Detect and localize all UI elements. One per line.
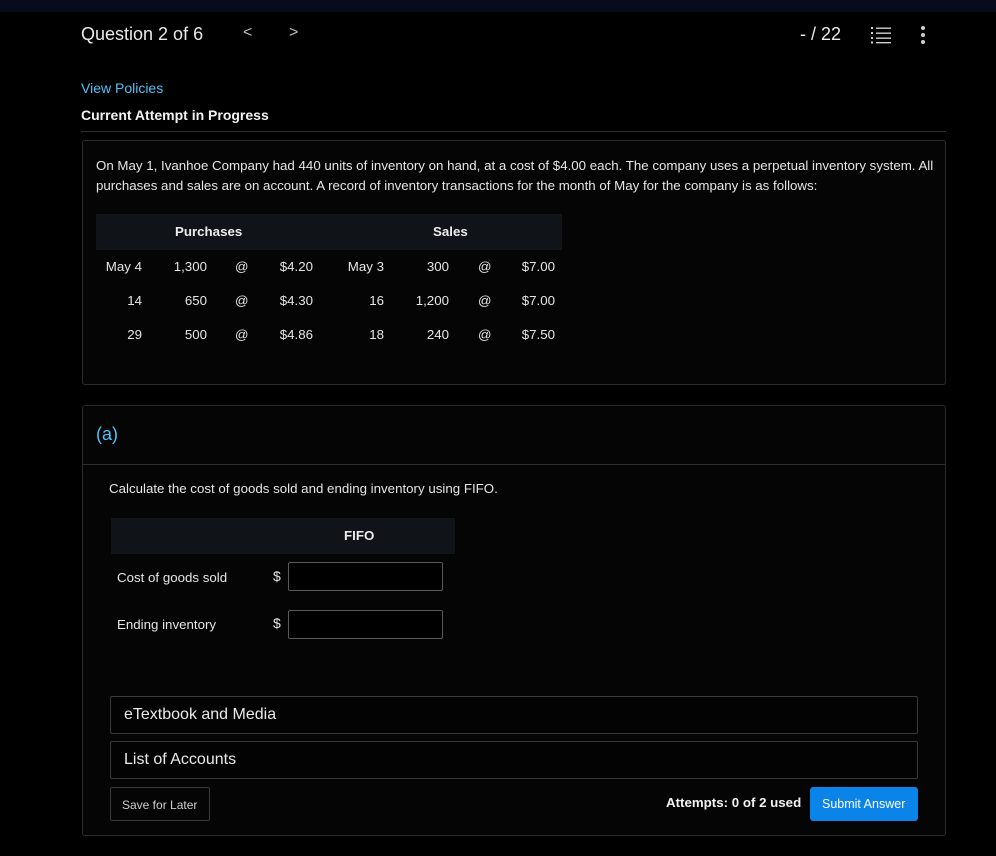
problem-card: On May 1, Ivanhoe Company had 440 units … [82,140,946,385]
table-cell: 29 [127,327,142,342]
purchases-header: Purchases [175,224,243,239]
table-cell: @ [478,293,492,308]
table-cell: 650 [184,293,207,308]
cogs-input[interactable] [288,562,443,591]
view-policies-link[interactable]: View Policies [81,80,163,96]
table-cell: 500 [184,327,207,342]
table-cell: $4.86 [279,327,313,342]
question-score: - / 22 [800,24,842,44]
table-cell: $7.50 [521,327,555,342]
list-of-accounts-accordion[interactable]: List of Accounts [110,741,918,779]
table-cell: 240 [426,327,449,342]
submit-answer-button[interactable]: Submit Answer [810,787,918,821]
table-cell: @ [478,259,492,274]
etextbook-accordion[interactable]: eTextbook and Media [110,696,918,734]
part-instruction: Calculate the cost of goods sold and end… [109,481,498,496]
inventory-table-header: Purchases Sales [96,214,562,250]
attempt-status: Current Attempt in Progress [81,107,269,123]
table-cell: @ [235,259,249,274]
table-cell: 14 [127,293,142,308]
table-cell: @ [235,293,249,308]
table-cell: May 3 [347,259,384,274]
table-cell: $7.00 [521,259,555,274]
problem-statement: On May 1, Ivanhoe Company had 440 units … [96,158,934,193]
list-of-accounts-label: List of Accounts [124,751,237,768]
previous-question-button[interactable]: < [243,24,252,42]
part-divider [83,464,945,465]
more-vertical-icon[interactable] [917,25,929,45]
part-label: (a) [96,424,118,444]
table-cell: 16 [369,293,384,308]
table-cell: $4.20 [279,259,313,274]
fifo-column-header: FIFO [111,518,455,554]
table-cell: 18 [369,327,384,342]
fifo-header-label: FIFO [344,528,375,543]
table-cell: $4.30 [279,293,313,308]
save-for-later-label: Save for Later [122,798,198,812]
table-cell: May 4 [105,259,142,274]
question-title: Question 2 of 6 [81,24,204,44]
save-for-later-button[interactable]: Save for Later [110,787,210,821]
part-a-card: (a) Calculate the cost of goods sold and… [82,405,946,836]
inventory-table: Purchases Sales May 4 1,300 @ $4.20 May … [96,214,562,342]
cogs-label: Cost of goods sold [117,570,228,585]
table-cell: @ [235,327,249,342]
sales-header: Sales [433,224,468,239]
table-cell: $7.00 [521,293,555,308]
attempts-counter: Attempts: 0 of 2 used [666,795,802,810]
top-strip [0,0,996,12]
currency-symbol: $ [273,615,281,631]
ending-inventory-input[interactable] [288,610,443,639]
table-cell: 300 [426,259,449,274]
section-divider [81,131,946,132]
table-cell: @ [478,327,492,342]
ending-inventory-label: Ending inventory [117,617,217,632]
table-cell: 1,300 [173,259,207,274]
currency-symbol: $ [273,568,281,584]
etextbook-label: eTextbook and Media [124,706,277,723]
next-question-button[interactable]: > [289,24,298,42]
list-view-icon[interactable] [871,26,891,44]
submit-answer-label: Submit Answer [822,797,906,811]
table-cell: 1,200 [415,293,449,308]
